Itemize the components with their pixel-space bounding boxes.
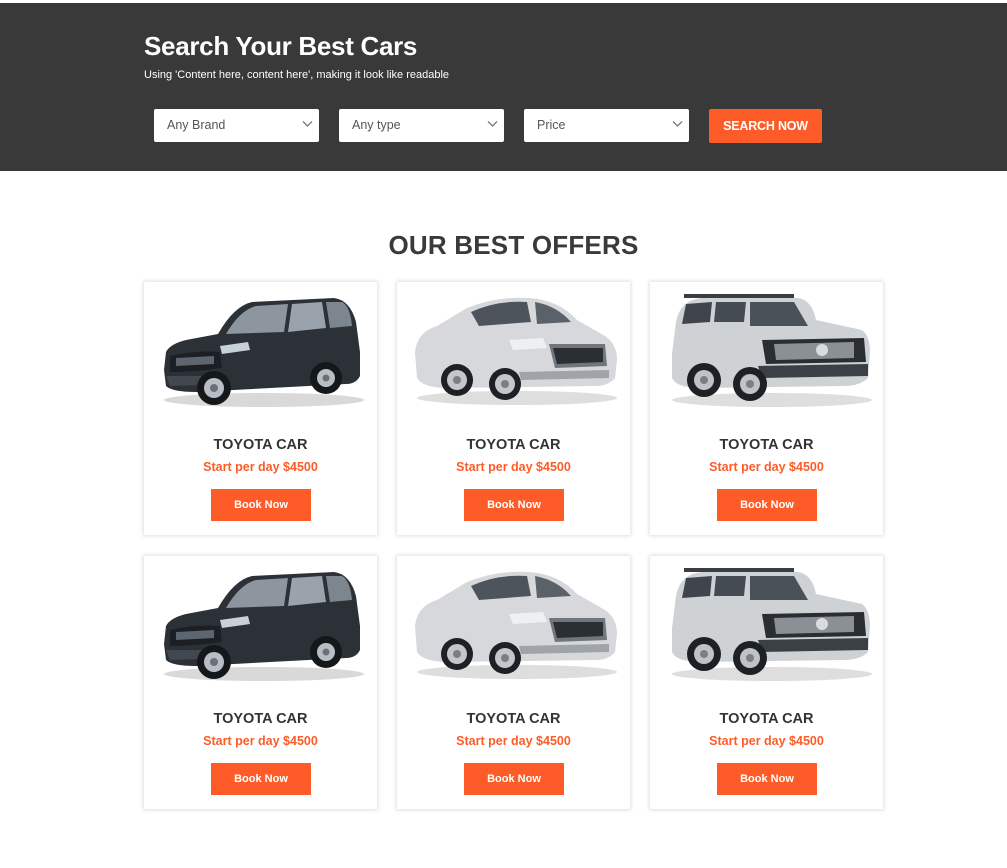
chevron-down-icon bbox=[487, 118, 498, 129]
car-name: TOYOTA CAR bbox=[466, 711, 561, 727]
car-image bbox=[409, 566, 619, 686]
book-now-button[interactable]: Book Now bbox=[464, 763, 564, 795]
car-name: TOYOTA CAR bbox=[213, 437, 308, 453]
type-select[interactable]: Any type bbox=[339, 109, 504, 142]
offers-title: OUR BEST OFFERS bbox=[388, 230, 639, 260]
car-image bbox=[156, 292, 366, 412]
car-name: TOYOTA CAR bbox=[719, 711, 814, 727]
offer-card: TOYOTA CAR Start per day $4500 Book Now bbox=[650, 556, 883, 809]
car-image bbox=[409, 292, 619, 412]
price-select-value: Price bbox=[537, 118, 566, 132]
search-subtitle: Using 'Content here, content here', maki… bbox=[144, 69, 450, 81]
offer-card: TOYOTA CAR Start per day $4500 Book Now bbox=[144, 282, 377, 535]
book-now-button[interactable]: Book Now bbox=[717, 489, 817, 521]
offer-card: TOYOTA CAR Start per day $4500 Book Now bbox=[397, 282, 630, 535]
car-name: TOYOTA CAR bbox=[466, 437, 561, 453]
car-price: Start per day $4500 bbox=[456, 734, 571, 748]
car-price: Start per day $4500 bbox=[456, 460, 571, 474]
offer-card: TOYOTA CAR Start per day $4500 Book Now bbox=[397, 556, 630, 809]
car-image bbox=[662, 566, 872, 686]
car-image bbox=[662, 292, 872, 412]
price-select[interactable]: Price bbox=[524, 109, 689, 142]
offer-card: TOYOTA CAR Start per day $4500 Book Now bbox=[650, 282, 883, 535]
chevron-down-icon bbox=[672, 118, 683, 129]
brand-select-value: Any Brand bbox=[167, 118, 226, 132]
book-now-button[interactable]: Book Now bbox=[464, 489, 564, 521]
search-title: Search Your Best Cars bbox=[144, 31, 418, 61]
car-name: TOYOTA CAR bbox=[719, 437, 814, 453]
search-now-button[interactable]: SEARCH NOW bbox=[709, 109, 822, 143]
car-price: Start per day $4500 bbox=[203, 734, 318, 748]
book-now-button[interactable]: Book Now bbox=[211, 763, 311, 795]
brand-select[interactable]: Any Brand bbox=[154, 109, 319, 142]
car-price: Start per day $4500 bbox=[709, 734, 824, 748]
offer-card: TOYOTA CAR Start per day $4500 Book Now bbox=[144, 556, 377, 809]
type-select-value: Any type bbox=[352, 118, 401, 132]
car-image bbox=[156, 566, 366, 686]
book-now-button[interactable]: Book Now bbox=[211, 489, 311, 521]
search-banner: Search Your Best Cars Using 'Content her… bbox=[0, 3, 1007, 171]
car-price: Start per day $4500 bbox=[203, 460, 318, 474]
car-price: Start per day $4500 bbox=[709, 460, 824, 474]
chevron-down-icon bbox=[302, 118, 313, 129]
car-name: TOYOTA CAR bbox=[213, 711, 308, 727]
book-now-button[interactable]: Book Now bbox=[717, 763, 817, 795]
